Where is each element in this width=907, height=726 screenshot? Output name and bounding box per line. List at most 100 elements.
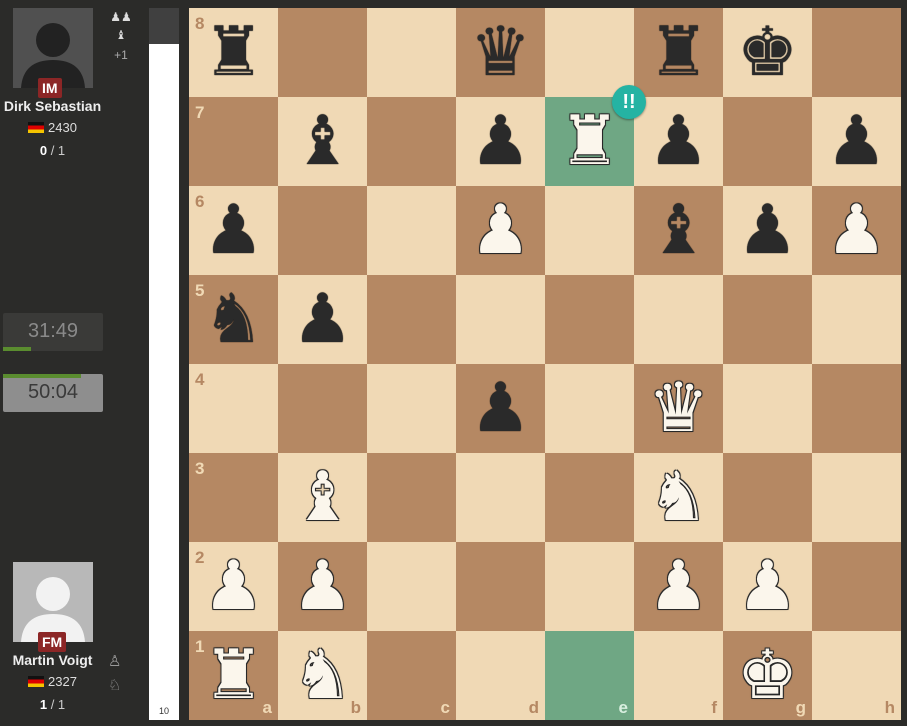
- square-g4[interactable]: [723, 364, 812, 453]
- square-b5[interactable]: ♟: [278, 275, 367, 364]
- square-g2[interactable]: ♟: [723, 542, 812, 631]
- square-h3[interactable]: [812, 453, 901, 542]
- square-e2[interactable]: [545, 542, 634, 631]
- square-d4[interactable]: ♟: [456, 364, 545, 453]
- player-name[interactable]: Dirk Sebastian: [0, 98, 105, 114]
- square-g7[interactable]: [723, 97, 812, 186]
- square-f7[interactable]: ♟: [634, 97, 723, 186]
- file-label: c: [440, 698, 450, 717]
- black-piece-g6[interactable]: ♟: [723, 186, 812, 275]
- square-g1[interactable]: g ♚: [723, 631, 812, 720]
- square-h8[interactable]: [812, 8, 901, 97]
- white-piece-a2[interactable]: ♟: [189, 542, 278, 631]
- bottom-player-avatar[interactable]: [12, 562, 93, 642]
- black-piece-d4[interactable]: ♟: [456, 364, 545, 453]
- square-g8[interactable]: ♚: [723, 8, 812, 97]
- square-c7[interactable]: [367, 97, 456, 186]
- square-c3[interactable]: [367, 453, 456, 542]
- square-f5[interactable]: [634, 275, 723, 364]
- white-piece-h6[interactable]: ♟: [812, 186, 901, 275]
- square-f1[interactable]: f: [634, 631, 723, 720]
- square-d2[interactable]: [456, 542, 545, 631]
- player-name[interactable]: Martin Voigt: [0, 652, 105, 668]
- square-h5[interactable]: [812, 275, 901, 364]
- white-piece-d6[interactable]: ♟: [456, 186, 545, 275]
- white-piece-b3[interactable]: ♝: [278, 453, 367, 542]
- black-piece-h7[interactable]: ♟: [812, 97, 901, 186]
- square-e3[interactable]: [545, 453, 634, 542]
- square-h2[interactable]: [812, 542, 901, 631]
- chess-board[interactable]: 8 ♜ ♛ ♜ ♚ 7 ♝ ♟ ♜ ♟ ♟ 6 ♟ ♟ ♝ ♟ ♟ 5 ♞ ♟ 4 ♟ ♛ 3 ♝ ♞ 2 ♟ ♟ ♟ ♟ 1 a ♜ b ♞ c d e f…: [189, 8, 901, 720]
- square-h7[interactable]: ♟: [812, 97, 901, 186]
- square-d3[interactable]: [456, 453, 545, 542]
- file-label: h: [884, 698, 895, 717]
- square-b3[interactable]: ♝: [278, 453, 367, 542]
- white-piece-f2[interactable]: ♟: [634, 542, 723, 631]
- square-f8[interactable]: ♜: [634, 8, 723, 97]
- square-c4[interactable]: [367, 364, 456, 453]
- square-c8[interactable]: [367, 8, 456, 97]
- square-d5[interactable]: [456, 275, 545, 364]
- square-d7[interactable]: ♟: [456, 97, 545, 186]
- square-g6[interactable]: ♟: [723, 186, 812, 275]
- black-piece-d7[interactable]: ♟: [456, 97, 545, 186]
- black-piece-b5[interactable]: ♟: [278, 275, 367, 364]
- black-piece-f7[interactable]: ♟: [634, 97, 723, 186]
- square-f3[interactable]: ♞: [634, 453, 723, 542]
- top-player-avatar[interactable]: [12, 8, 93, 88]
- white-piece-g1[interactable]: ♚: [723, 631, 812, 720]
- square-e6[interactable]: [545, 186, 634, 275]
- square-b6[interactable]: [278, 186, 367, 275]
- square-f2[interactable]: ♟: [634, 542, 723, 631]
- square-h6[interactable]: ♟: [812, 186, 901, 275]
- white-piece-b2[interactable]: ♟: [278, 542, 367, 631]
- square-d6[interactable]: ♟: [456, 186, 545, 275]
- square-f4[interactable]: ♛: [634, 364, 723, 453]
- black-piece-f8[interactable]: ♜: [634, 8, 723, 97]
- square-a2[interactable]: 2 ♟: [189, 542, 278, 631]
- black-piece-b7[interactable]: ♝: [278, 97, 367, 186]
- black-piece-g8[interactable]: ♚: [723, 8, 812, 97]
- square-e4[interactable]: [545, 364, 634, 453]
- square-d1[interactable]: d: [456, 631, 545, 720]
- square-b1[interactable]: b ♞: [278, 631, 367, 720]
- square-g5[interactable]: [723, 275, 812, 364]
- black-piece-a5[interactable]: ♞: [189, 275, 278, 364]
- square-c1[interactable]: c: [367, 631, 456, 720]
- white-piece-b1[interactable]: ♞: [278, 631, 367, 720]
- square-e8[interactable]: [545, 8, 634, 97]
- square-h4[interactable]: [812, 364, 901, 453]
- white-piece-a1[interactable]: ♜: [189, 631, 278, 720]
- white-piece-f3[interactable]: ♞: [634, 453, 723, 542]
- score-total: / 1: [50, 697, 66, 712]
- square-b2[interactable]: ♟: [278, 542, 367, 631]
- square-a6[interactable]: 6 ♟: [189, 186, 278, 275]
- square-g3[interactable]: [723, 453, 812, 542]
- black-piece-a6[interactable]: ♟: [189, 186, 278, 275]
- white-piece-f4[interactable]: ♛: [634, 364, 723, 453]
- square-a1[interactable]: 1 a ♜: [189, 631, 278, 720]
- square-c5[interactable]: [367, 275, 456, 364]
- white-piece-g2[interactable]: ♟: [723, 542, 812, 631]
- square-a8[interactable]: 8 ♜: [189, 8, 278, 97]
- square-a5[interactable]: 5 ♞: [189, 275, 278, 364]
- black-piece-a8[interactable]: ♜: [189, 8, 278, 97]
- player-score: 1 / 1: [0, 697, 105, 712]
- black-piece-d8[interactable]: ♛: [456, 8, 545, 97]
- square-h1[interactable]: h: [812, 631, 901, 720]
- square-e5[interactable]: [545, 275, 634, 364]
- square-b7[interactable]: ♝: [278, 97, 367, 186]
- square-c6[interactable]: [367, 186, 456, 275]
- square-a7[interactable]: 7: [189, 97, 278, 186]
- score-total: / 1: [50, 143, 66, 158]
- square-f6[interactable]: ♝: [634, 186, 723, 275]
- square-d8[interactable]: ♛: [456, 8, 545, 97]
- square-e1[interactable]: e: [545, 631, 634, 720]
- black-piece-f6[interactable]: ♝: [634, 186, 723, 275]
- square-a3[interactable]: 3: [189, 453, 278, 542]
- square-b8[interactable]: [278, 8, 367, 97]
- square-c2[interactable]: [367, 542, 456, 631]
- square-a4[interactable]: 4: [189, 364, 278, 453]
- top-captured-pieces: ♟♟ ♝ +1: [108, 8, 134, 64]
- square-b4[interactable]: [278, 364, 367, 453]
